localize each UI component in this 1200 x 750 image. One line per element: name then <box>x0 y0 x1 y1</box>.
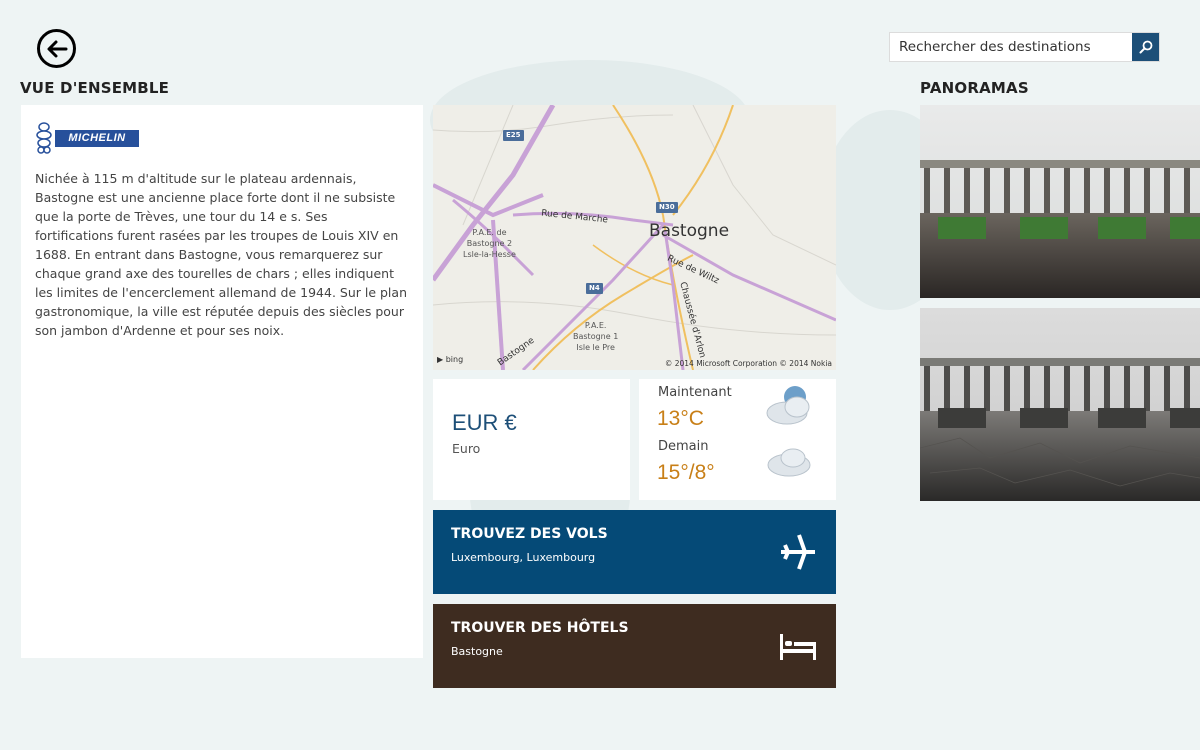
michelin-man-icon <box>36 122 52 154</box>
currency-code: EUR € <box>452 410 517 435</box>
currency-tile[interactable]: EUR € Euro <box>433 379 630 500</box>
panorama-2-image <box>920 308 1200 501</box>
weather-tile[interactable]: Maintenant 13°C Demain 15°/8° <box>639 379 836 500</box>
panorama-2[interactable] <box>920 308 1200 501</box>
map-copyright: © 2014 Microsoft Corporation © 2014 Noki… <box>664 359 832 368</box>
find-flights-location: Luxembourg, Luxembourg <box>451 551 596 564</box>
map-shield-n30: N30 <box>656 202 678 213</box>
panorama-1-image <box>920 105 1200 298</box>
weather-tomorrow-label: Demain <box>658 439 709 454</box>
find-hotels-title: TROUVER DES HÔTELS <box>451 620 629 636</box>
weather-tomorrow-temp: 15°/8° <box>657 461 715 484</box>
map-town-label: Bastogne <box>649 221 730 241</box>
michelin-logo: MICHELIN <box>35 121 409 155</box>
find-hotels-location: Bastogne <box>451 645 503 658</box>
bing-icon: ▶ <box>437 355 444 364</box>
search-icon <box>1139 40 1152 54</box>
currency-name: Euro <box>452 441 481 456</box>
michelin-wordmark: MICHELIN <box>55 129 139 147</box>
back-arrow-icon <box>47 40 67 57</box>
overview-text: Nichée à 115 m d'altitude sur le plateau… <box>35 171 407 338</box>
panorama-1[interactable] <box>920 105 1200 298</box>
overview-heading: VUE D'ENSEMBLE <box>20 79 170 97</box>
bing-text: bing <box>445 355 464 364</box>
airplane-icon <box>781 534 815 570</box>
back-button[interactable] <box>37 29 76 68</box>
search-box <box>889 32 1160 62</box>
panoramas-heading: PANORAMAS <box>920 79 1029 97</box>
weather-now-temp: 13°C <box>657 407 704 430</box>
map-shield-n4: N4 <box>586 283 603 294</box>
search-input[interactable] <box>890 33 1132 61</box>
bed-icon <box>780 634 816 660</box>
cloudy-icon <box>767 448 811 477</box>
map-tile[interactable]: Bastogne Rue de Marche Rue de Wiltz Chau… <box>433 105 836 370</box>
partly-cloudy-icon <box>766 386 810 425</box>
find-hotels-tile[interactable]: TROUVER DES HÔTELS Bastogne <box>433 604 836 688</box>
overview-panel: MICHELIN Nichée à 115 m d'altitude sur l… <box>21 105 423 658</box>
find-flights-title: TROUVEZ DES VOLS <box>451 526 608 542</box>
weather-now-label: Maintenant <box>658 385 732 400</box>
map-pae1-label: P.A.E. Bastogne 1 Isle le Pre <box>573 321 619 352</box>
bing-logo: ▶ bing <box>437 355 463 364</box>
map-pae2-label: P.A.E. de Bastogne 2 Lsle-la-Hesse <box>463 228 516 259</box>
find-flights-tile[interactable]: TROUVEZ DES VOLS Luxembourg, Luxembourg <box>433 510 836 594</box>
search-button[interactable] <box>1132 33 1159 61</box>
map-shield-e25: E25 <box>503 130 524 141</box>
